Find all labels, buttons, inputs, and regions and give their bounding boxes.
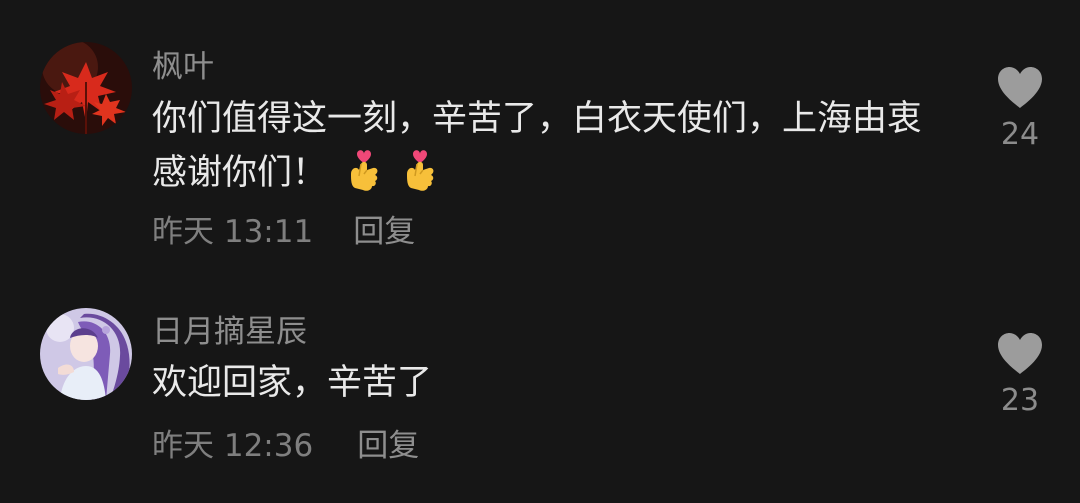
finger-heart-icon (401, 148, 439, 192)
reply-button[interactable]: 回复 (357, 426, 419, 466)
like-button[interactable]: 24 (990, 66, 1050, 154)
comment-meta: 昨天 13:11 回复 (152, 212, 415, 252)
heart-icon (998, 333, 1042, 374)
username[interactable]: 枫叶 (152, 47, 214, 87)
comment-item: 日月摘星辰 欢迎回家，辛苦了 昨天 12:36 回复 23 (0, 270, 1080, 503)
anime-girl-avatar-icon (40, 308, 132, 400)
comment-text: 你们值得这一刻，辛苦了，白衣天使们，上海由衷感谢你们！ (152, 92, 942, 200)
comment-meta: 昨天 12:36 回复 (152, 426, 419, 466)
avatar[interactable] (40, 308, 132, 400)
username[interactable]: 日月摘星辰 (152, 312, 307, 352)
like-button[interactable]: 23 (990, 332, 1050, 420)
like-count: 23 (1000, 383, 1040, 418)
timestamp: 昨天 13:11 (152, 214, 314, 250)
maple-leaf-avatar-icon (40, 42, 132, 134)
comment-text: 欢迎回家，辛苦了 (152, 356, 942, 410)
comment-text-body: 你们值得这一刻，辛苦了，白衣天使们，上海由衷感谢你们！ (152, 99, 923, 193)
like-count: 24 (1000, 117, 1040, 152)
timestamp: 昨天 12:36 (152, 428, 314, 464)
reply-button[interactable]: 回复 (353, 212, 415, 252)
finger-heart-icon (345, 148, 383, 192)
avatar[interactable] (40, 42, 132, 134)
comment-item: 枫叶 你们值得这一刻，辛苦了，白衣天使们，上海由衷感谢你们！ 昨天 13:11 回… (0, 0, 1080, 270)
heart-icon (998, 67, 1042, 108)
comment-text-body: 欢迎回家，辛苦了 (152, 363, 433, 403)
